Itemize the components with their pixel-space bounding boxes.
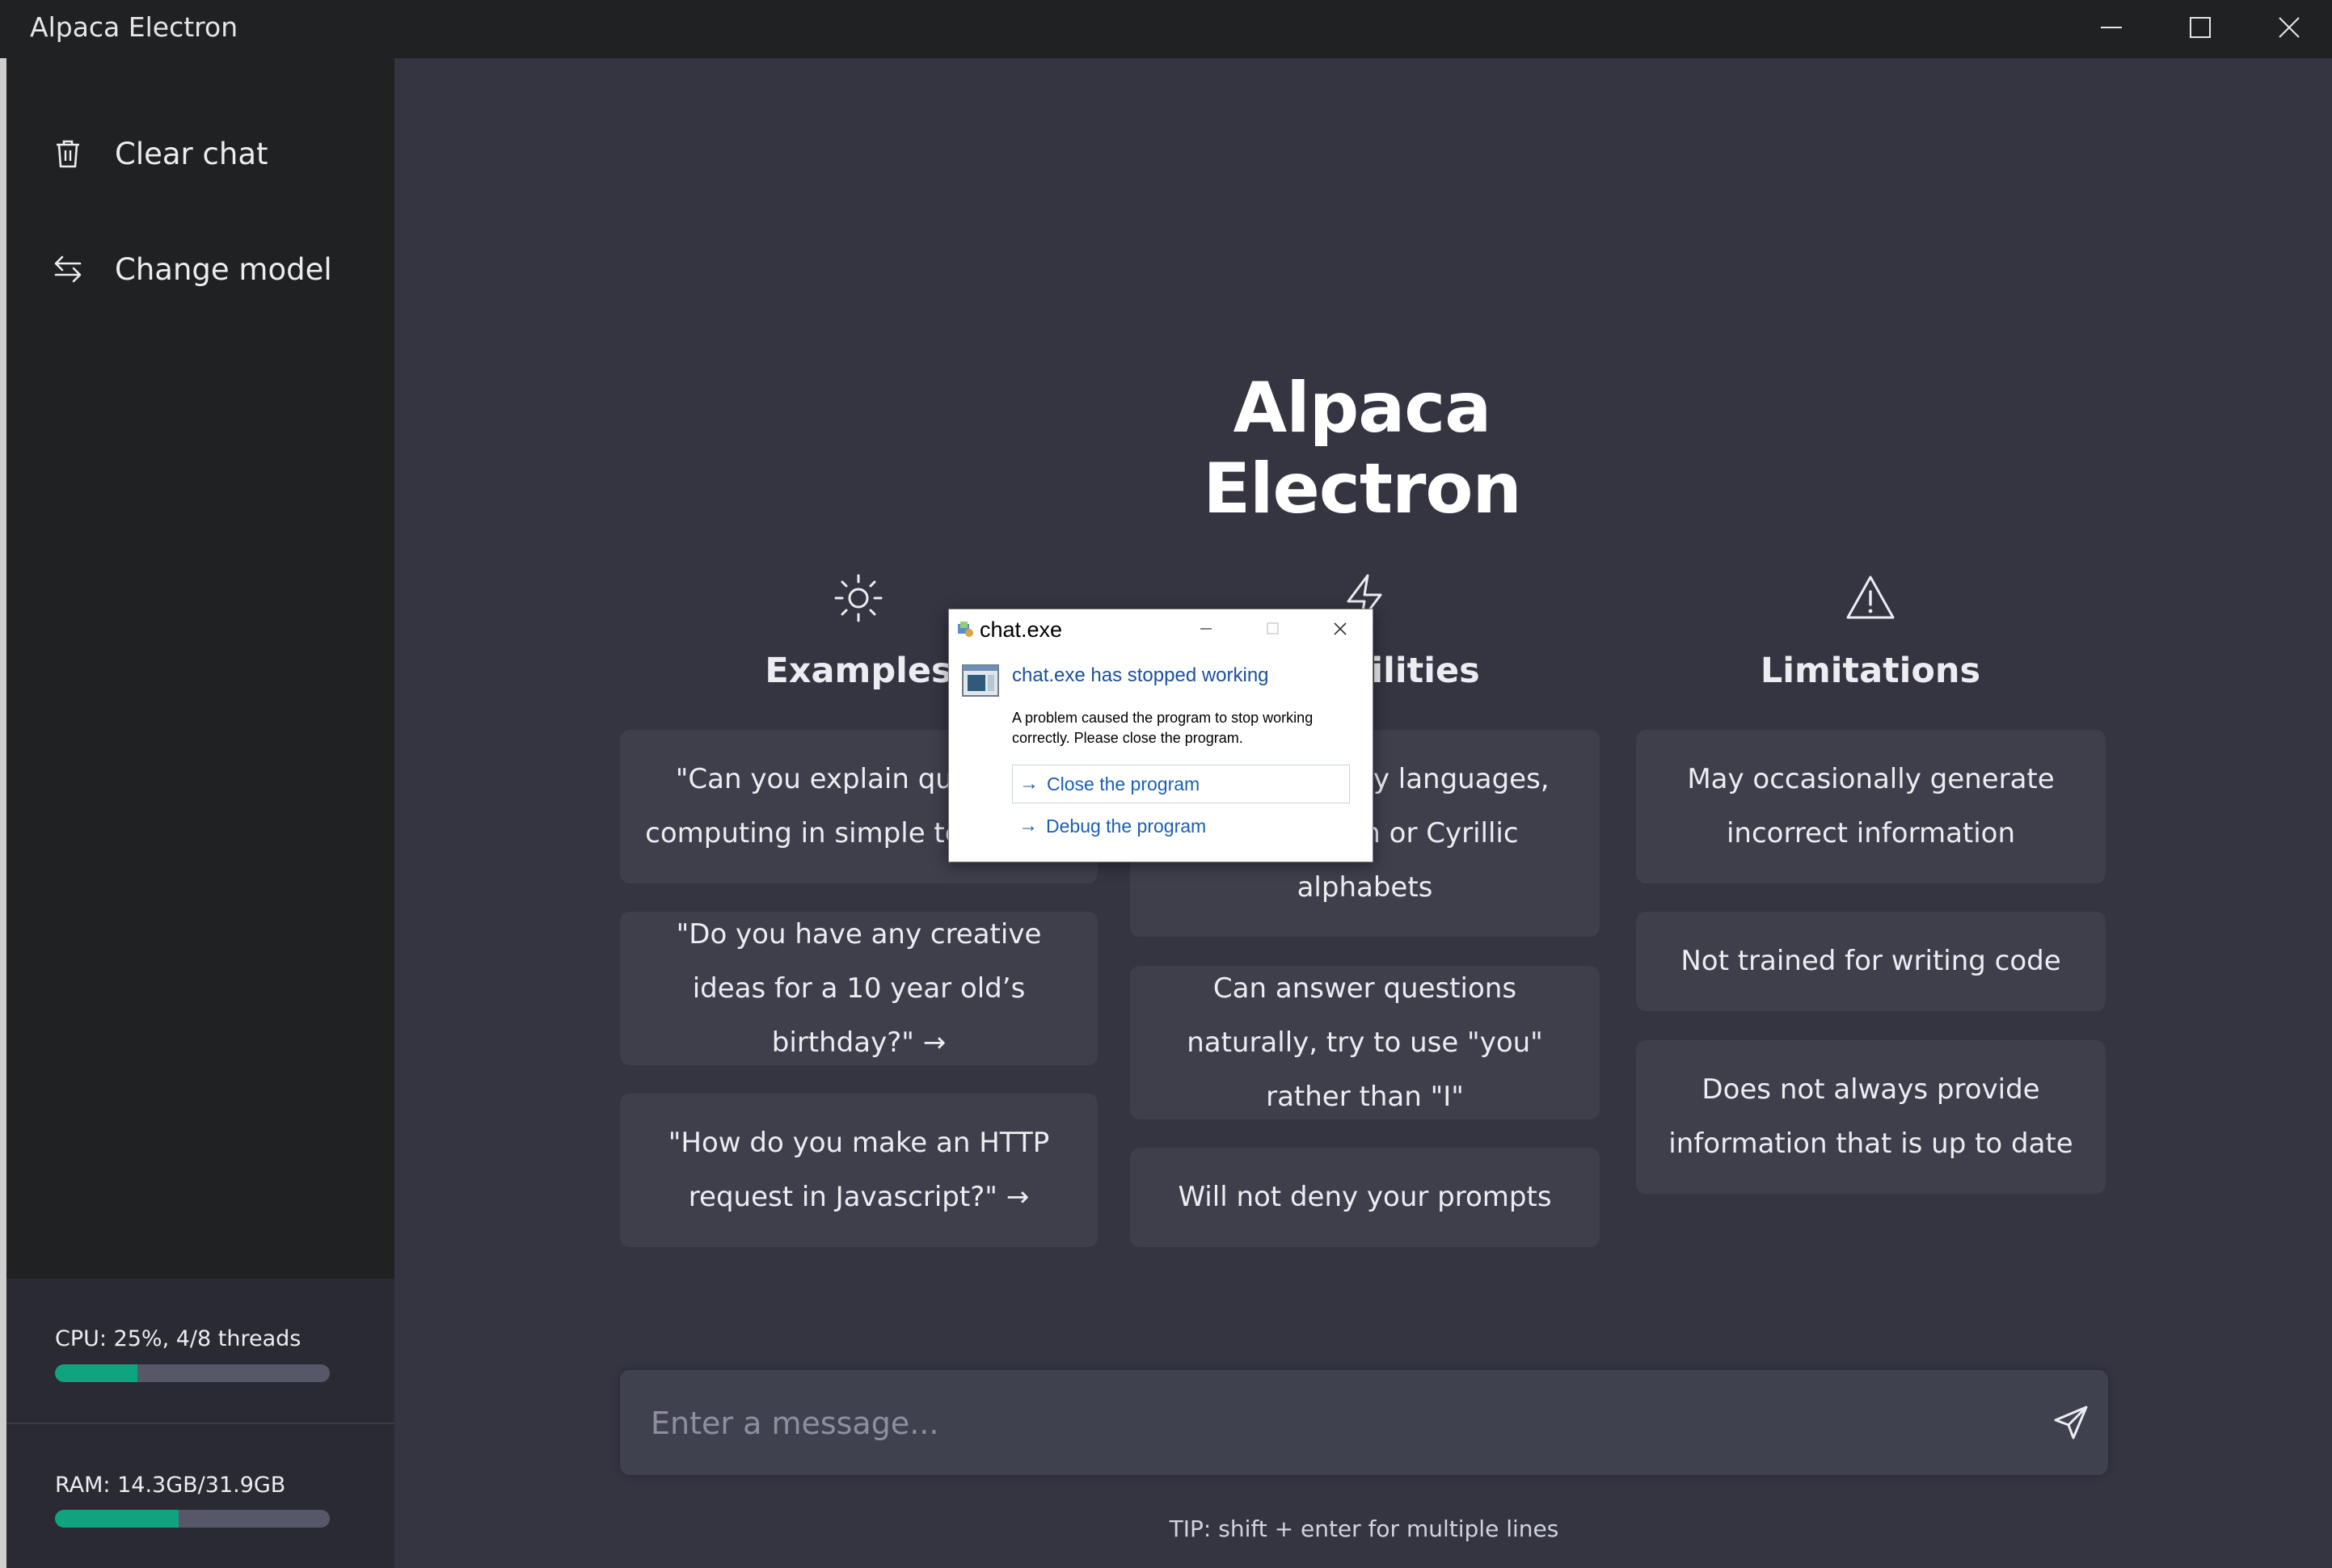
close-icon	[2279, 17, 2300, 38]
page-title: Alpaca Electron	[1203, 368, 1521, 529]
close-program-link[interactable]: → Close the program	[1012, 765, 1350, 803]
program-window-icon	[962, 664, 999, 701]
window-edge	[0, 58, 6, 1568]
minimize-icon	[1200, 628, 1212, 630]
ram-usage-fill	[55, 1510, 179, 1528]
change-model-button[interactable]: Change model	[52, 241, 375, 297]
example-card-3[interactable]: "How do you make an HTTP request in Java…	[620, 1094, 1098, 1247]
send-button[interactable]	[2051, 1402, 2091, 1443]
warning-icon	[1845, 572, 1896, 624]
message-box	[620, 1370, 2108, 1475]
close-icon	[1334, 622, 1347, 635]
clear-chat-button[interactable]: Clear chat	[52, 125, 375, 182]
maximize-button[interactable]	[2156, 0, 2245, 55]
window-title: Alpaca Electron	[30, 11, 238, 43]
debug-program-link[interactable]: → Debug the program	[1012, 807, 1350, 845]
title-bar: Alpaca Electron	[0, 0, 2332, 58]
minimize-icon	[2101, 27, 2122, 28]
dialog-heading: chat.exe has stopped working	[1012, 664, 1269, 686]
limitation-card-2: Not trained for writing code	[1636, 912, 2106, 1011]
limitation-card-3: Does not always provide information that…	[1636, 1040, 2106, 1194]
ram-usage-bar	[55, 1510, 330, 1528]
sun-icon	[833, 572, 884, 624]
capability-card-3: Will not deny your prompts	[1130, 1148, 1600, 1247]
clear-chat-label: Clear chat	[115, 136, 268, 171]
close-program-label: Close the program	[1047, 773, 1200, 795]
tip-text: TIP: shift + enter for multiple lines	[1169, 1515, 1559, 1542]
error-dialog: chat.exe chat.exe has stopped working A …	[948, 609, 1373, 862]
minimize-button[interactable]	[2067, 0, 2156, 55]
cpu-label: CPU: 25%, 4/8 threads	[55, 1326, 302, 1351]
app-icon	[957, 621, 975, 643]
swap-arrows-icon	[52, 253, 84, 285]
dialog-close-button[interactable]	[1324, 614, 1356, 643]
limitation-card-1: May occasionally generate incorrect info…	[1636, 730, 2106, 883]
ram-label: RAM: 14.3GB/31.9GB	[55, 1473, 286, 1498]
arrow-right-icon: →	[1019, 773, 1039, 795]
dialog-message: A problem caused the program to stop wor…	[1012, 710, 1314, 746]
message-input[interactable]	[649, 1394, 1986, 1452]
change-model-label: Change model	[115, 251, 332, 287]
arrow-right-icon: →	[1018, 815, 1038, 837]
debug-program-label: Debug the program	[1046, 815, 1207, 837]
send-icon	[2054, 1406, 2088, 1439]
cpu-stats: CPU: 25%, 4/8 threads	[6, 1279, 394, 1423]
limitations-title: Limitations	[1760, 651, 1981, 691]
capability-card-2: Can answer questions naturally, try to u…	[1130, 966, 1600, 1119]
cpu-usage-bar	[55, 1364, 330, 1382]
dialog-title: chat.exe	[980, 618, 1063, 642]
example-card-2[interactable]: "Do you have any creative ideas for a 10…	[620, 912, 1098, 1065]
cpu-usage-fill	[55, 1364, 137, 1382]
maximize-icon	[1267, 622, 1279, 634]
dialog-minimize-button[interactable]	[1190, 614, 1222, 643]
close-window-button[interactable]	[2245, 0, 2332, 55]
maximize-icon	[2190, 17, 2211, 38]
trash-icon	[52, 137, 84, 170]
ram-stats: RAM: 14.3GB/31.9GB	[6, 1424, 394, 1568]
dialog-maximize-button	[1256, 614, 1288, 643]
